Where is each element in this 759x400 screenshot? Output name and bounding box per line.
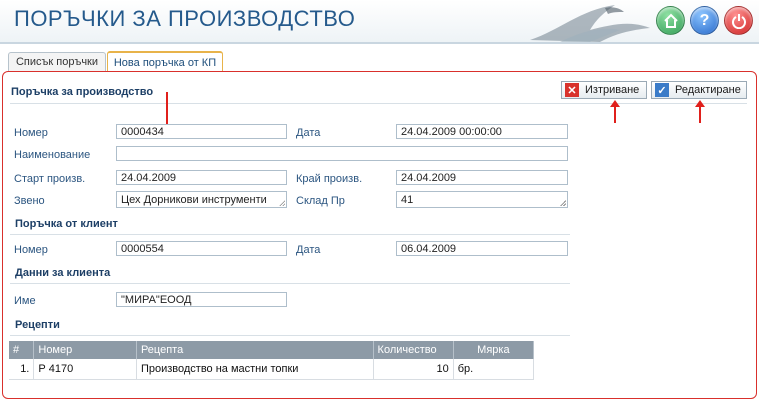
column-header-number[interactable]: Номер xyxy=(33,341,137,359)
tab-new-order[interactable]: Нова поръчка от КП xyxy=(107,51,223,72)
row-unit: бр. xyxy=(453,359,535,380)
order-name-label: Наименование xyxy=(14,149,91,161)
order-section-title: Поръчка за производство xyxy=(11,86,154,98)
column-header-index[interactable]: # xyxy=(9,341,35,359)
recipes-section-title: Рецепти xyxy=(15,319,60,331)
unit-label: Звено xyxy=(14,195,45,207)
recipes-table: # Номер Рецепта Количество Мярка 1. Р 41… xyxy=(9,341,535,380)
unit-field[interactable]: Цех Дорникови инструменти xyxy=(116,191,287,208)
section-divider xyxy=(10,335,570,336)
warehouse-field[interactable]: 41 xyxy=(396,191,568,208)
client-order-number-field[interactable]: 0000554 xyxy=(116,241,287,256)
start-date-field[interactable]: 24.04.2009 xyxy=(116,170,287,185)
client-order-section-title: Поръчка от клиент xyxy=(15,218,118,230)
app-header: ПОРЪЧКИ ЗА ПРОИЗВОДСТВО ? xyxy=(0,0,759,42)
order-number-field[interactable]: 0000434 xyxy=(116,124,287,139)
order-date-field[interactable]: 24.04.2009 00:00:00 xyxy=(396,124,568,139)
power-button[interactable] xyxy=(724,6,753,35)
end-date-field[interactable]: 24.04.2009 xyxy=(396,170,568,185)
power-icon xyxy=(731,13,746,29)
home-button[interactable] xyxy=(656,6,685,35)
column-header-quantity[interactable]: Количество xyxy=(373,341,454,359)
client-data-section-title: Данни за клиента xyxy=(15,267,111,279)
client-name-label: Име xyxy=(14,295,36,307)
edit-label: Редактиране xyxy=(675,84,741,96)
resize-handle-icon[interactable] xyxy=(560,200,566,206)
red-arrow-annotation xyxy=(695,100,705,123)
row-quantity: 10 xyxy=(373,359,454,380)
client-order-date-label: Дата xyxy=(296,244,321,256)
unit-value: Цех Дорникови инструменти xyxy=(121,194,267,206)
order-name-field[interactable] xyxy=(116,146,568,161)
bird-logo-icon xyxy=(530,5,650,42)
order-date-label: Дата xyxy=(296,127,321,139)
checkmark-icon: ✓ xyxy=(655,83,669,97)
help-button[interactable]: ? xyxy=(690,6,719,35)
column-header-recipe[interactable]: Рецепта xyxy=(136,341,374,359)
header-divider xyxy=(0,42,759,44)
column-header-unit[interactable]: Мярка xyxy=(453,341,535,359)
delete-button[interactable]: ✕ Изтриване xyxy=(561,81,647,99)
start-date-label: Старт произв. xyxy=(14,173,86,185)
question-icon: ? xyxy=(699,11,710,29)
order-number-label: Номер xyxy=(14,127,48,139)
tab-order-list[interactable]: Списък поръчки xyxy=(8,52,106,71)
client-order-number-label: Номер xyxy=(14,244,48,256)
table-header-row: # Номер Рецепта Количество Мярка xyxy=(9,341,535,359)
section-divider xyxy=(10,283,570,284)
resize-handle-icon[interactable] xyxy=(279,200,285,206)
client-name-field[interactable]: "МИРА"ЕООД xyxy=(116,292,287,307)
home-icon xyxy=(663,13,678,28)
red-arrow-annotation xyxy=(162,92,172,132)
row-number: Р 4170 xyxy=(33,359,137,380)
table-row[interactable]: 1. Р 4170 Производство на мастни топки 1… xyxy=(9,359,535,380)
warehouse-value: 41 xyxy=(401,194,414,206)
client-order-date-field[interactable]: 06.04.2009 xyxy=(396,241,568,256)
warehouse-label: Склад Пр xyxy=(296,195,345,207)
row-index: 1. xyxy=(9,359,35,380)
row-recipe: Производство на мастни топки xyxy=(136,359,374,380)
section-divider xyxy=(10,234,570,235)
edit-button[interactable]: ✓ Редактиране xyxy=(651,81,747,99)
page-title: ПОРЪЧКИ ЗА ПРОИЗВОДСТВО xyxy=(14,6,356,31)
delete-label: Изтриване xyxy=(585,84,640,96)
delete-icon: ✕ xyxy=(565,83,579,97)
red-arrow-annotation xyxy=(610,100,620,123)
end-date-label: Край произв. xyxy=(296,173,363,185)
section-divider xyxy=(10,103,747,104)
